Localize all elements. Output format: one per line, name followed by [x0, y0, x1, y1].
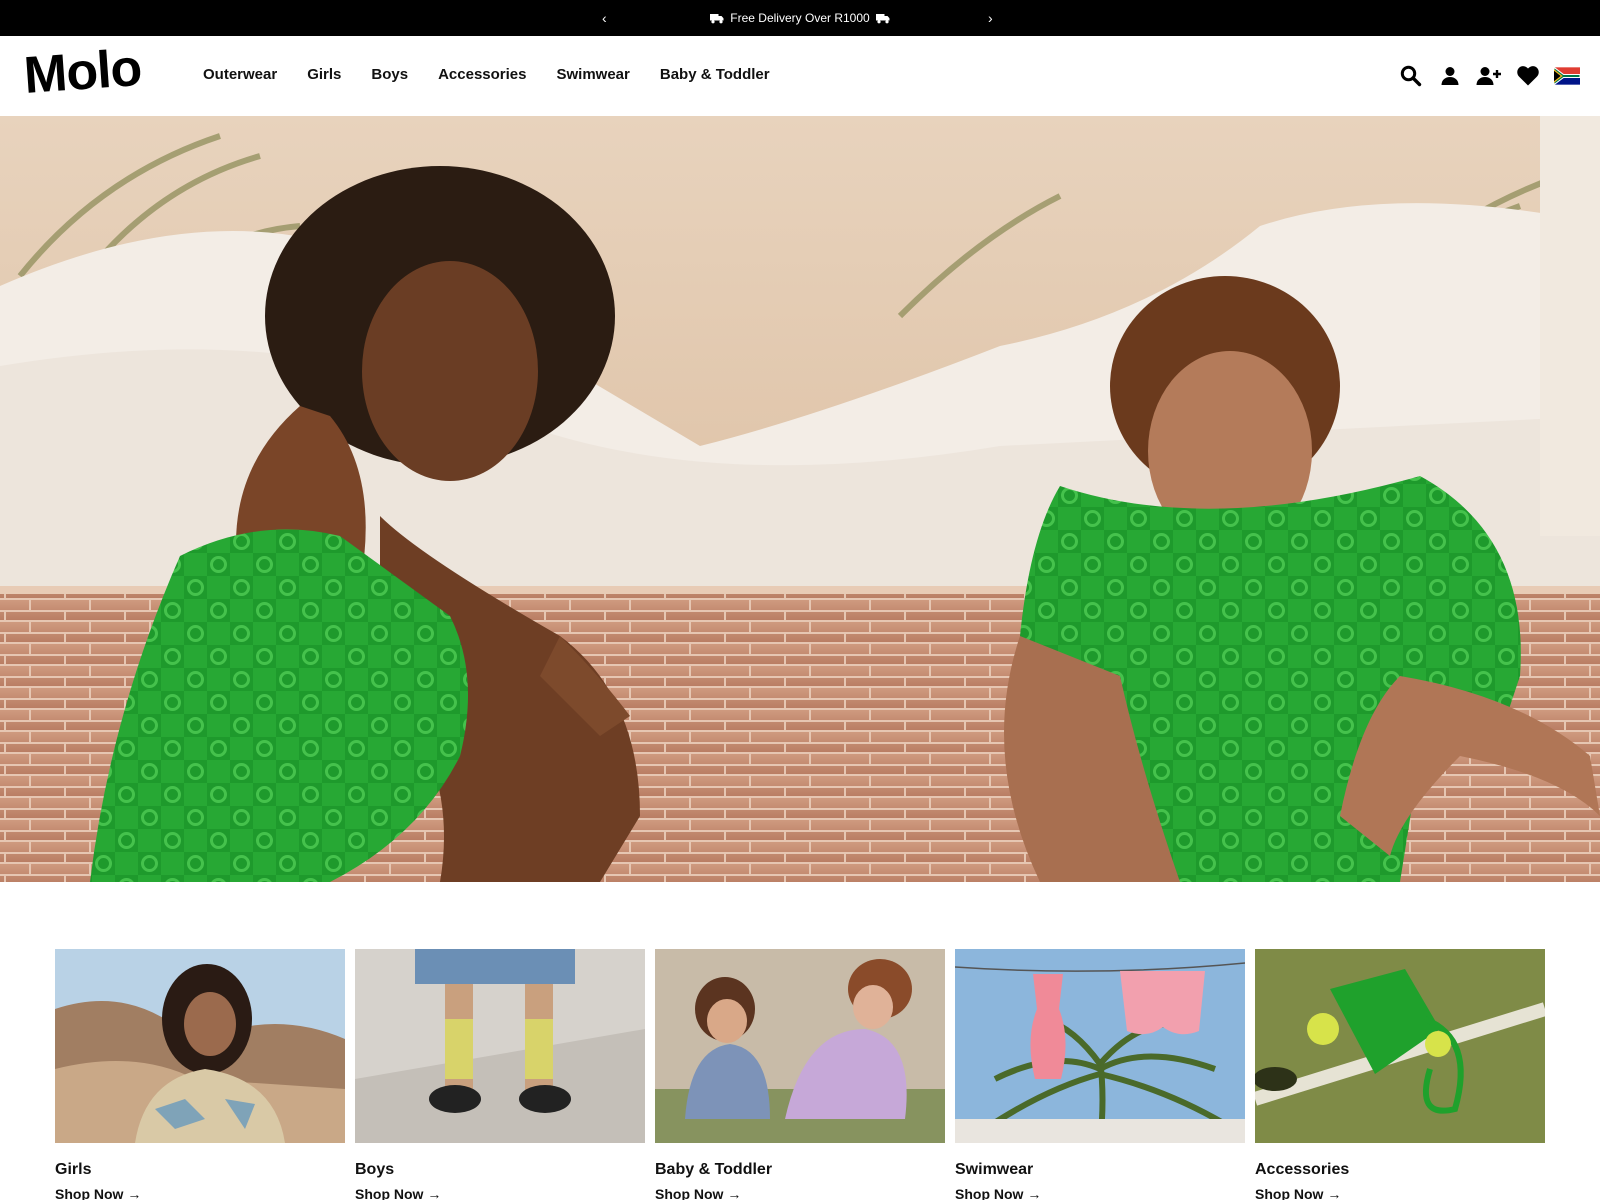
nav-swimwear[interactable]: Swimwear [556, 66, 629, 84]
announcement-next-arrow[interactable]: › [988, 9, 993, 27]
category-grid: Girls Shop Now → Boys Shop Now → Baby & … [55, 949, 1545, 1200]
category-name: Boys [355, 1161, 395, 1178]
account-icon[interactable] [1437, 63, 1463, 89]
category-image-girls [55, 949, 345, 1143]
wishlist-heart-icon[interactable] [1515, 63, 1541, 89]
nav-boys[interactable]: Boys [371, 66, 408, 84]
truck-icon [709, 14, 724, 24]
category-image-swimwear [955, 949, 1245, 1143]
molo-logo[interactable]: Molo [22, 39, 143, 105]
category-name: Girls [55, 1161, 92, 1178]
category-tile-girls[interactable]: Girls Shop Now → [55, 949, 345, 1200]
nav-baby-toddler[interactable]: Baby & Toddler [660, 66, 770, 84]
shop-now-link[interactable]: Shop Now → [55, 1186, 345, 1200]
category-image-accessories [1255, 949, 1545, 1143]
category-tile-swimwear[interactable]: Swimwear Shop Now → [955, 949, 1245, 1200]
site-header: Molo Outerwear Girls Boys Accessories Sw… [0, 36, 1600, 116]
main-nav: Outerwear Girls Boys Accessories Swimwea… [203, 66, 800, 84]
category-tile-boys[interactable]: Boys Shop Now → [355, 949, 645, 1200]
category-image-baby-toddler [655, 949, 945, 1143]
header-icons [1398, 63, 1580, 89]
announcement-bar: ‹ Free Delivery Over R1000 › [0, 0, 1600, 36]
category-tile-baby-toddler[interactable]: Baby & Toddler Shop Now → [655, 949, 945, 1200]
announcement-text: Free Delivery Over R1000 [730, 11, 870, 25]
nav-girls[interactable]: Girls [307, 66, 341, 84]
category-tile-accessories[interactable]: Accessories Shop Now → [1255, 949, 1545, 1200]
hero-banner[interactable] [0, 116, 1600, 882]
nav-outerwear[interactable]: Outerwear [203, 66, 277, 84]
truck-icon [876, 14, 890, 24]
shop-now-link[interactable]: Shop Now → [955, 1186, 1245, 1200]
category-image-boys [355, 949, 645, 1143]
register-icon[interactable] [1476, 63, 1502, 89]
south-africa-flag-icon[interactable] [1554, 63, 1580, 89]
category-name: Accessories [1255, 1161, 1350, 1178]
announcement-message[interactable]: Free Delivery Over R1000 [0, 10, 1600, 26]
shop-now-link[interactable]: Shop Now → [1255, 1186, 1545, 1200]
shop-now-link[interactable]: Shop Now → [655, 1186, 945, 1200]
shop-now-link[interactable]: Shop Now → [355, 1186, 645, 1200]
search-icon[interactable] [1398, 63, 1424, 89]
nav-accessories[interactable]: Accessories [438, 66, 526, 84]
category-name: Baby & Toddler [655, 1161, 773, 1178]
category-name: Swimwear [955, 1161, 1034, 1178]
hero-image [0, 116, 1600, 882]
